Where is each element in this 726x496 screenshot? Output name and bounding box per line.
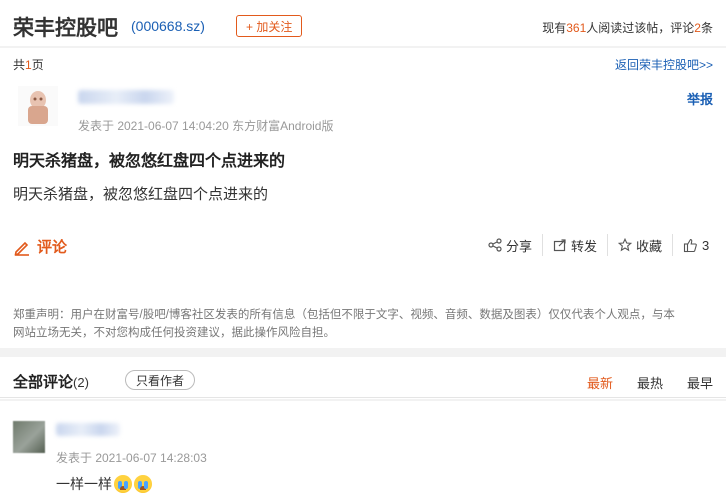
comments-title: 全部评论 (13, 374, 74, 391)
read-stats: 现有361人阅读过该帖，评论2条 (542, 19, 713, 36)
header-bar: 荣丰控股吧 (000668.sz) + 加关注 现有361人阅读过该帖，评论2条 (0, 0, 726, 46)
author-only-button[interactable]: 只看作者 (125, 370, 196, 390)
report-link[interactable]: 举报 (687, 89, 713, 108)
like-count: 3 (702, 237, 710, 253)
repost-button[interactable]: 转发 (553, 236, 597, 255)
avatar-icon (28, 91, 48, 124)
author-name[interactable] (78, 90, 174, 104)
comment-label: 评论 (37, 239, 68, 256)
disclaimer-line: 网站立场无关，不对您构成任何投资建议，据此操作风险自担。 (13, 327, 335, 339)
crying-face-icon (114, 475, 132, 493)
post-meta: 发表于 2021-06-07 14:04:20 东方财富Android版 (78, 119, 334, 133)
pencil-icon (14, 241, 29, 256)
favorite-label: 收藏 (636, 238, 663, 254)
avatar[interactable] (18, 86, 58, 126)
repost-icon (553, 239, 566, 252)
tab-latest[interactable]: 最新 (587, 373, 613, 392)
stats-middle: 人阅读过该帖，评论 (586, 21, 695, 35)
disclaimer: 郑重声明：用户在财富号/股吧/博客社区发表的所有信息（包括但不限于文字、视频、音… (13, 306, 713, 342)
comments-count: (2) (73, 375, 89, 390)
divider (672, 234, 674, 256)
tab-hottest[interactable]: 最热 (637, 373, 663, 392)
stock-code[interactable]: (000668.sz) (131, 18, 205, 34)
comment-meta: 发表于 2021-06-07 14:28:03 (56, 451, 207, 465)
favorite-button[interactable]: 收藏 (618, 236, 662, 255)
follow-button[interactable]: + 加关注 (236, 15, 303, 37)
share-label: 分享 (506, 238, 533, 254)
active-tab-underline (0, 397, 726, 398)
page-suffix: 页 (31, 58, 44, 72)
avatar[interactable] (13, 421, 45, 453)
disclaimer-line: 郑重声明：用户在财富号/股吧/博客社区发表的所有信息（包括但不限于文字、视频、音… (13, 309, 675, 321)
like-button[interactable]: 3 (683, 238, 709, 253)
repost-label: 转发 (571, 238, 598, 254)
back-to-bar-link[interactable]: 返回荣丰控股吧>> (615, 56, 713, 73)
page-count: 共1页 (13, 56, 44, 73)
page-number: 1 (25, 58, 32, 72)
comment-text: 一样一样 (56, 476, 112, 492)
thumbs-up-icon (683, 238, 697, 252)
star-icon (618, 238, 633, 252)
comments-title-wrap: 全部评论(2) (13, 371, 89, 392)
post-actions: 分享 转发 收藏 3 (488, 234, 709, 256)
commenter-name[interactable] (56, 423, 120, 436)
comment-item: 发表于 2021-06-07 14:28:03 一样一样 (0, 401, 726, 496)
reader-count: 361 (566, 21, 587, 35)
post-title: 明天杀猪盘，被忽悠红盘四个点进来的 (13, 153, 286, 170)
comment-count: 2 (694, 21, 701, 35)
post-card: 共1页 返回荣丰控股吧>> 发表于 2021-06-07 14:04:20 东方… (0, 48, 726, 348)
crying-face-icon (134, 475, 152, 493)
share-icon (488, 238, 502, 252)
tab-earliest[interactable]: 最早 (687, 373, 713, 392)
stats-prefix: 现有 (542, 21, 567, 35)
share-button[interactable]: 分享 (488, 236, 532, 255)
divider (607, 234, 609, 256)
sort-tabs: 最新 最热 最早 (587, 373, 713, 392)
comment-text-row: 一样一样 (56, 474, 152, 494)
comment-button[interactable]: 评论 (13, 236, 67, 257)
page-prefix: 共 (13, 58, 26, 72)
stats-suffix: 条 (700, 21, 713, 35)
bar-title[interactable]: 荣丰控股吧 (13, 12, 118, 42)
comments-header: 全部评论(2) 只看作者 最新 最热 最早 (0, 357, 726, 399)
divider (542, 234, 544, 256)
post-body: 明天杀猪盘，被忽悠红盘四个点进来的 (13, 186, 269, 203)
